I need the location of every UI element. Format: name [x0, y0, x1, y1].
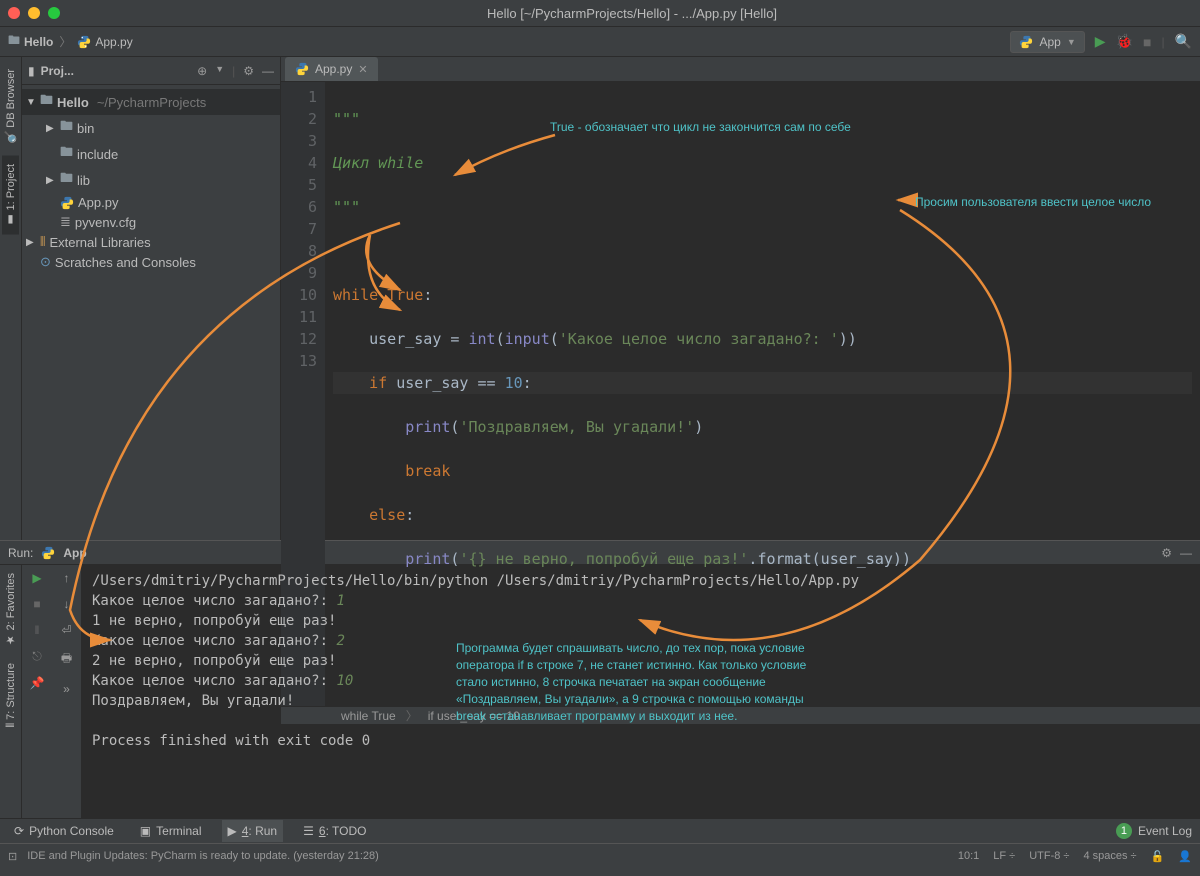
- minimize-icon[interactable]: [28, 7, 40, 19]
- file-app-py[interactable]: App.py: [22, 193, 280, 212]
- run-configuration-selector[interactable]: App ▼: [1010, 31, 1084, 53]
- gear-icon[interactable]: ⚙: [243, 64, 254, 78]
- print-icon[interactable]: 🖶: [61, 649, 72, 670]
- folder-icon: 🖿: [8, 31, 20, 52]
- project-tab[interactable]: ▮ 1: Project: [2, 156, 19, 235]
- annotation-1: True - обозначает что цикл не закончится…: [550, 120, 910, 134]
- stop-button[interactable]: ■: [1143, 34, 1151, 50]
- run-button[interactable]: ▶: [1095, 33, 1106, 50]
- folder-lib[interactable]: ▶🖿lib: [22, 167, 280, 193]
- search-icon[interactable]: 🔍: [1175, 33, 1192, 50]
- cursor-position[interactable]: 10:1: [958, 850, 979, 862]
- run-tab[interactable]: ▶4: Run: [222, 820, 284, 842]
- chevron-down-icon[interactable]: ▼: [215, 64, 224, 78]
- more-icon[interactable]: »: [63, 682, 70, 696]
- file-pyvenv[interactable]: ≣pyvenv.cfg: [22, 212, 280, 232]
- scroll-down-icon[interactable]: ↓: [64, 597, 70, 611]
- external-libraries[interactable]: ▶⫴External Libraries: [22, 232, 280, 252]
- status-message[interactable]: IDE and Plugin Updates: PyCharm is ready…: [27, 850, 379, 862]
- event-badge[interactable]: 1: [1116, 823, 1132, 839]
- annotation-3: Программа будет спрашивать число, до тех…: [456, 640, 826, 725]
- pause-icon[interactable]: ‖: [35, 623, 40, 637]
- todo-tab[interactable]: ☰6: TODO: [297, 820, 372, 842]
- breadcrumb-sep: 〉: [59, 33, 71, 50]
- structure-tab[interactable]: ⫴ 7: Structure: [3, 655, 19, 736]
- exit-icon[interactable]: ⎋: [32, 649, 42, 664]
- breadcrumb-file[interactable]: App.py: [95, 35, 132, 49]
- run-toolbar-1: ▶ ■ ‖ ⎋ 📌: [22, 565, 52, 818]
- window-title: Hello [~/PycharmProjects/Hello] - .../Ap…: [72, 6, 1192, 21]
- python-file-icon: [295, 62, 309, 76]
- db-browser-tab[interactable]: 🔍 DB Browser: [2, 61, 19, 152]
- folder-bin[interactable]: ▶🖿bin: [22, 115, 280, 141]
- favorites-tab[interactable]: ★ 2: Favorites: [2, 565, 19, 655]
- project-tree[interactable]: ▼🖿 Hello ~/PycharmProjects ▶🖿bin 🖿includ…: [22, 85, 280, 276]
- hide-icon[interactable]: —: [262, 64, 274, 78]
- breadcrumb[interactable]: 🖿 Hello 〉 App.py: [8, 31, 133, 52]
- line-ending[interactable]: LF ÷: [993, 850, 1015, 862]
- navigation-bar: 🖿 Hello 〉 App.py App ▼ ▶ 🐞 ■ | 🔍: [0, 27, 1200, 57]
- python-file-icon: [77, 35, 91, 49]
- annotation-2: Просим пользователя ввести целое число: [915, 195, 1195, 209]
- lock-icon[interactable]: 🔓: [1151, 850, 1165, 863]
- event-log-tab[interactable]: Event Log: [1138, 824, 1192, 838]
- close-tab-icon[interactable]: ✕: [358, 63, 367, 76]
- status-bar: ⊡ IDE and Plugin Updates: PyCharm is rea…: [0, 843, 1200, 868]
- console-command: /Users/dmitriy/PycharmProjects/Hello/bin…: [92, 571, 1190, 591]
- tool-windows-icon[interactable]: ⊡: [8, 850, 17, 863]
- stop-icon[interactable]: ■: [33, 597, 40, 611]
- panel-title[interactable]: Proj...: [41, 64, 192, 78]
- left-tool-strip: 🔍 DB Browser ▮ 1: Project: [0, 57, 22, 540]
- run-title: Run:: [8, 546, 33, 560]
- window-controls: [8, 7, 60, 19]
- python-icon: [41, 546, 55, 560]
- project-root[interactable]: ▼🖿 Hello ~/PycharmProjects: [22, 89, 280, 115]
- bottom-tool-tabs: ⟳Python Console ▣Terminal ▶4: Run ☰6: TO…: [0, 818, 1200, 843]
- pin-icon[interactable]: 📌: [30, 676, 45, 690]
- scroll-up-icon[interactable]: ↑: [64, 571, 70, 585]
- run-app-name[interactable]: App: [63, 546, 86, 560]
- editor-tab-app[interactable]: App.py ✕: [285, 57, 378, 81]
- project-view-icon: ▮: [28, 64, 35, 78]
- project-tool-window: ▮ Proj... ⊕ ▼ | ⚙ — ▼🖿 Hello ~/PycharmPr…: [22, 57, 281, 540]
- python-icon: [1019, 35, 1033, 49]
- terminal-tab[interactable]: ▣Terminal: [134, 820, 208, 842]
- folder-include[interactable]: 🖿include: [22, 141, 280, 167]
- editor-tabs: App.py ✕: [281, 57, 1200, 82]
- indent-config[interactable]: 4 spaces ÷: [1083, 850, 1136, 862]
- locate-icon[interactable]: ⊕: [197, 64, 207, 78]
- file-encoding[interactable]: UTF-8 ÷: [1029, 850, 1069, 862]
- breadcrumb-project[interactable]: Hello: [24, 35, 53, 49]
- editor-tab-label: App.py: [315, 62, 352, 76]
- chevron-down-icon: ▼: [1067, 37, 1076, 47]
- wrap-icon[interactable]: ⏎: [61, 623, 71, 637]
- rerun-icon[interactable]: ▶: [32, 571, 41, 585]
- left-tool-strip-2: ★ 2: Favorites ⫴ 7: Structure: [0, 565, 22, 818]
- maximize-icon[interactable]: [48, 7, 60, 19]
- python-console-tab[interactable]: ⟳Python Console: [8, 820, 120, 842]
- run-toolbar-2: ↑ ↓ ⏎ 🖶 »: [52, 565, 82, 818]
- hector-icon[interactable]: 👤: [1178, 850, 1192, 863]
- run-config-label: App: [1039, 35, 1060, 49]
- scratches[interactable]: ⊙Scratches and Consoles: [22, 252, 280, 272]
- debug-button[interactable]: 🐞: [1116, 33, 1133, 50]
- title-bar: Hello [~/PycharmProjects/Hello] - .../Ap…: [0, 0, 1200, 27]
- close-icon[interactable]: [8, 7, 20, 19]
